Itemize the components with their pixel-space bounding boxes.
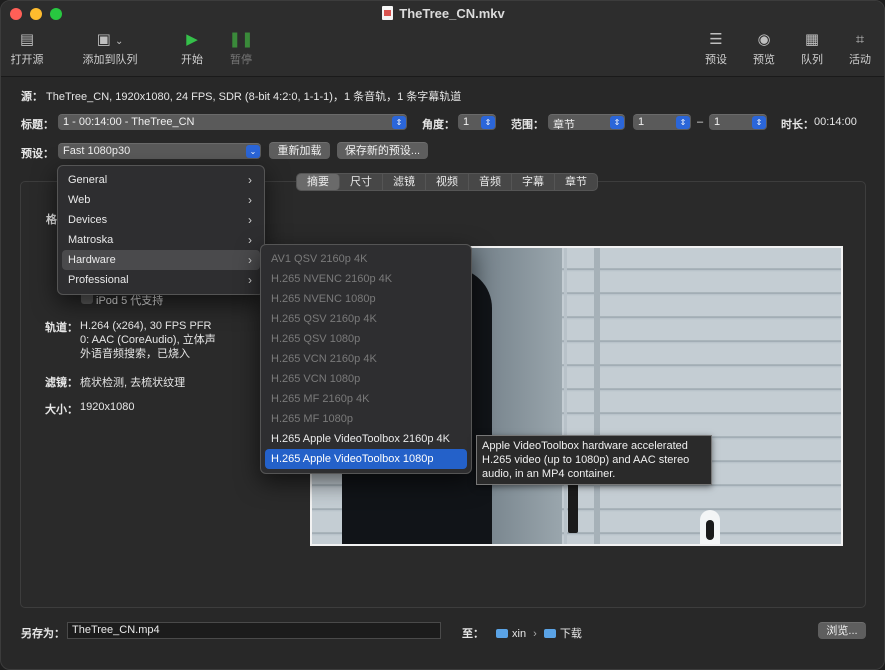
browse-button[interactable]: 浏览... [818, 622, 866, 639]
title-label: 标题： [21, 119, 54, 131]
preview-button[interactable]: ◉ 预览 [751, 31, 777, 67]
app-window: TheTree_CN.mkv ▤ 打开源 ▣ ⌄ 添加到队列 ▶ 开始 ❚❚ 暂… [0, 0, 885, 670]
menu-item-matroska[interactable]: Matroska › [62, 230, 260, 250]
destination-path[interactable]: xin › 下载 [496, 625, 582, 641]
menu-item-devices[interactable]: Devices › [62, 210, 260, 230]
save-as-filename-field[interactable]: TheTree_CN.mp4 [67, 622, 441, 639]
pause-icon: ❚❚ [228, 31, 254, 48]
terminal-icon: ⌗ [855, 31, 865, 48]
queue-button[interactable]: ▦ 队列 [799, 31, 825, 67]
chevron-right-icon: › [248, 173, 252, 187]
activity-button[interactable]: ⌗ 活动 [847, 31, 873, 67]
submenu-item: H.265 MF 2160p 4K [271, 393, 370, 405]
size-info: 1920x1080 [80, 401, 135, 413]
submenu-item: H.265 VCN 2160p 4K [271, 353, 377, 365]
presets-button[interactable]: ☰ 预设 [703, 31, 729, 67]
angle-popup[interactable]: 1 ⇕ [458, 114, 496, 130]
submenu-item: H.265 NVENC 1080p [271, 293, 376, 305]
play-icon: ▶ [186, 31, 198, 48]
angle-label: 角度： [422, 119, 455, 131]
save-new-preset-button[interactable]: 保存新的预设... [337, 142, 428, 159]
submenu-item: H.265 NVENC 2160p 4K [271, 273, 393, 285]
filters-info: 梳状检测, 去梳状纹理 [80, 377, 186, 389]
duration-value: 00:14:00 [814, 116, 857, 128]
stack-icon: ▦ [804, 31, 820, 48]
duration-label: 时长： [781, 119, 814, 131]
range-start-popup[interactable]: 1 ⇕ [633, 114, 691, 130]
chevron-right-icon: › [248, 273, 252, 287]
menu-item-hardware[interactable]: Hardware › [62, 250, 260, 270]
tab-dimensions[interactable]: 尺寸 [340, 174, 383, 190]
menu-item-general[interactable]: General › [62, 170, 260, 190]
tab-subtitles[interactable]: 字幕 [512, 174, 555, 190]
chevron-right-icon: › [248, 213, 252, 227]
range-end-popup[interactable]: 1 ⇕ [709, 114, 767, 130]
range-dash: – [697, 116, 704, 128]
tracks-info: H.264 (x264), 30 FPS PFR 0: AAC (CoreAud… [80, 320, 216, 360]
menu-item-professional[interactable]: Professional › [62, 270, 260, 290]
submenu-item: AV1 QSV 2160p 4K [271, 253, 368, 265]
pause-button[interactable]: ❚❚ 暂停 [227, 31, 255, 67]
source-label: 源： [21, 91, 43, 103]
tab-filters[interactable]: 滤镜 [383, 174, 426, 190]
chevron-updown-icon: ⇕ [610, 116, 624, 129]
folder-icon [496, 629, 508, 638]
save-as-label: 另存为： [21, 628, 65, 640]
destination-label: 至： [462, 628, 484, 640]
add-photo-icon: ▣ ⌄ [96, 31, 124, 48]
preset-menu: General › Web › Devices › Matroska › Hardwar… [57, 165, 265, 295]
eye-icon: ◉ [757, 31, 771, 48]
tab-audio[interactable]: 音频 [469, 174, 512, 190]
submenu-item: H.265 QSV 2160p 4K [271, 313, 377, 325]
chevron-right-icon: › [248, 233, 252, 247]
filters-label: 滤镜： [45, 377, 78, 389]
tracks-label: 轨道： [45, 322, 78, 334]
chevron-updown-icon: ⇕ [752, 116, 766, 129]
sliders-icon: ☰ [709, 31, 723, 48]
tab-chapters[interactable]: 章节 [555, 174, 597, 190]
size-label: 大小： [45, 404, 78, 416]
chevron-updown-icon: ⇕ [481, 116, 495, 129]
submenu-item-videotoolbox-1080p[interactable]: H.265 Apple VideoToolbox 1080p [265, 449, 467, 469]
start-button[interactable]: ▶ 开始 [179, 31, 205, 67]
document-icon [382, 6, 394, 20]
format-label: 格 [46, 214, 57, 226]
window-title: TheTree_CN.mkv [1, 6, 884, 21]
open-source-button[interactable]: ▤ 打开源 [9, 31, 45, 67]
titlebar: TheTree_CN.mkv ▤ 打开源 ▣ ⌄ 添加到队列 ▶ 开始 ❚❚ 暂… [1, 1, 884, 77]
title-popup[interactable]: 1 - 00:14:00 - TheTree_CN ⇕ [58, 114, 407, 130]
menu-item-web[interactable]: Web › [62, 190, 260, 210]
chevron-updown-icon: ⇕ [676, 116, 690, 129]
submenu-item: H.265 MF 1080p [271, 413, 353, 425]
chevron-down-icon: ⌄ [246, 145, 260, 158]
film-icon: ▤ [19, 31, 35, 48]
preset-label: 预设： [21, 148, 54, 160]
reload-preset-button[interactable]: 重新加载 [269, 142, 330, 159]
chevron-right-icon: › [248, 193, 252, 207]
hardware-submenu: AV1 QSV 2160p 4K H.265 NVENC 2160p 4K H.… [260, 244, 472, 474]
chevron-updown-icon: ⇕ [392, 116, 406, 129]
chevron-right-icon: › [248, 253, 252, 267]
submenu-item: H.265 VCN 1080p [271, 373, 361, 385]
tab-video[interactable]: 视频 [426, 174, 469, 190]
range-label: 范围： [511, 119, 544, 131]
submenu-item: H.265 QSV 1080p [271, 333, 361, 345]
source-info: TheTree_CN, 1920x1080, 24 FPS, SDR (8-bi… [46, 91, 462, 103]
preset-popup[interactable]: Fast 1080p30 ⌄ [58, 143, 261, 159]
downloads-folder-icon [543, 629, 556, 638]
submenu-item-videotoolbox-2160p[interactable]: H.265 Apple VideoToolbox 2160p 4K [265, 429, 467, 449]
add-to-queue-button[interactable]: ▣ ⌄ 添加到队列 [81, 31, 139, 67]
chevron-down-icon[interactable]: ⌄ [115, 36, 123, 47]
preset-tooltip: Apple VideoToolbox hardware accelerated … [476, 435, 712, 485]
tab-bar: 摘要 尺寸 滤镜 视频 音频 字幕 章节 [296, 173, 598, 191]
tab-summary[interactable]: 摘要 [297, 174, 340, 190]
range-type-popup[interactable]: 章节 ⇕ [548, 114, 625, 131]
